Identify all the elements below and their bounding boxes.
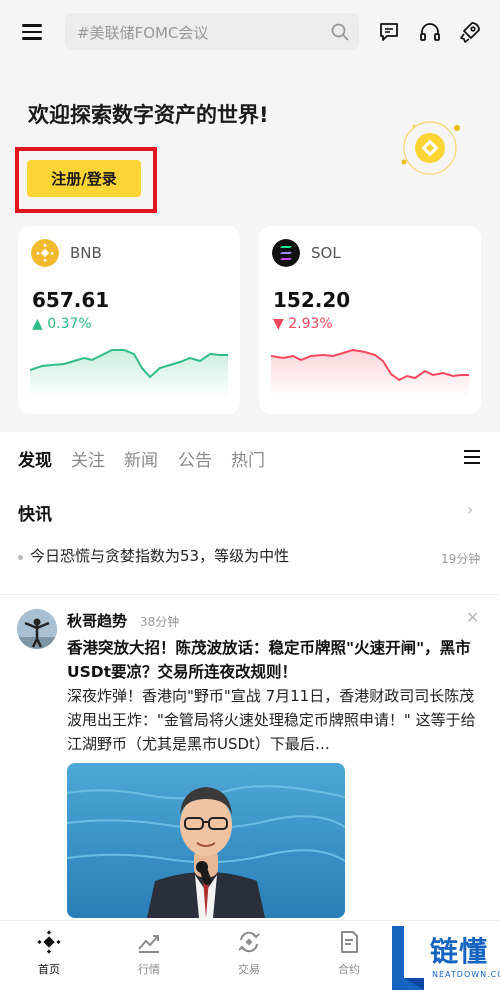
coin-card-bnb[interactable]: BNB 657.61 ▲ 0.37%: [18, 226, 240, 414]
coin-change: ▼ 2.93%: [273, 316, 333, 332]
chevron-right-icon[interactable]: ›: [467, 500, 473, 519]
header: #美联储FOMC会议: [0, 0, 500, 64]
welcome-title: 欢迎探索数字资产的世界!: [28, 103, 269, 127]
post-time: 38分钟: [140, 615, 180, 629]
nav-label: 首页: [38, 963, 60, 976]
search-placeholder: #美联储FOMC会议: [77, 24, 209, 42]
post-title[interactable]: 香港突放大招！陈茂波放话：稳定币牌照"火速开闸"，黑市USDt要凉？交易所连夜改…: [67, 636, 477, 684]
sparkline-chart: [30, 349, 228, 399]
flash-news-item[interactable]: 今日恐慌与贪婪指数为53，等级为中性: [30, 545, 289, 566]
sol-logo-icon: [272, 239, 300, 267]
nav-markets[interactable]: 行情: [119, 929, 179, 985]
coin-orbit-icon: [401, 121, 460, 175]
feed-tabs: 发现 关注 新闻 公告 热门: [18, 446, 488, 472]
coin-card-sol[interactable]: SOL 152.20 ▼ 2.93%: [259, 226, 481, 414]
coin-change: ▲ 0.37%: [32, 316, 92, 332]
coin-name: BNB: [70, 244, 102, 262]
bnb-logo-icon: [31, 239, 59, 267]
watermark-logo: 链懂 NEATDOWN.COM: [388, 924, 500, 992]
divider: [0, 594, 500, 595]
register-login-button[interactable]: 注册/登录: [27, 160, 141, 197]
coin-price: 152.20: [273, 288, 351, 312]
nav-futures[interactable]: 合约: [319, 929, 379, 985]
tab-trending[interactable]: 热门: [231, 446, 265, 471]
post-image[interactable]: [67, 763, 345, 918]
headset-icon[interactable]: [418, 20, 442, 44]
markets-icon: [138, 935, 159, 953]
watermark-l-icon: [392, 926, 424, 990]
nav-home[interactable]: 首页: [19, 929, 79, 985]
nav-label: 合约: [338, 963, 360, 976]
tab-news[interactable]: 新闻: [124, 446, 158, 471]
search-icon[interactable]: [330, 22, 350, 42]
tab-discover[interactable]: 发现: [18, 446, 52, 471]
bullet-dot: [18, 555, 23, 560]
sparkline-chart: [271, 348, 469, 399]
nav-label: 交易: [238, 963, 260, 976]
tab-announcements[interactable]: 公告: [178, 446, 212, 471]
avatar[interactable]: [17, 609, 57, 649]
chat-icon[interactable]: [377, 20, 401, 44]
watermark-text: 链懂: [430, 935, 489, 968]
flash-news-title: 快讯: [18, 505, 52, 525]
coin-price: 657.61: [32, 288, 110, 312]
nav-label: 行情: [138, 963, 160, 976]
tab-following[interactable]: 关注: [71, 446, 105, 471]
coin-name: SOL: [311, 244, 341, 262]
rocket-icon[interactable]: [458, 20, 482, 44]
tab-menu-icon[interactable]: [464, 450, 482, 466]
menu-icon[interactable]: [22, 20, 52, 44]
post-author[interactable]: 秋哥趋势: [67, 610, 127, 631]
futures-icon: [341, 931, 358, 953]
flash-news-time: 19分钟: [441, 552, 481, 566]
trade-icon: [238, 931, 260, 953]
home-icon: [37, 930, 61, 954]
close-icon[interactable]: ✕: [466, 608, 479, 627]
post-body[interactable]: 深夜炸弹！香港向"野币"宣战 7月11日，香港财政司司长陈茂波甩出王炸："金管局…: [67, 684, 479, 756]
nav-trade[interactable]: 交易: [219, 929, 279, 985]
search-bar[interactable]: #美联储FOMC会议: [65, 13, 359, 50]
watermark-subtext: NEATDOWN.COM: [432, 970, 500, 979]
